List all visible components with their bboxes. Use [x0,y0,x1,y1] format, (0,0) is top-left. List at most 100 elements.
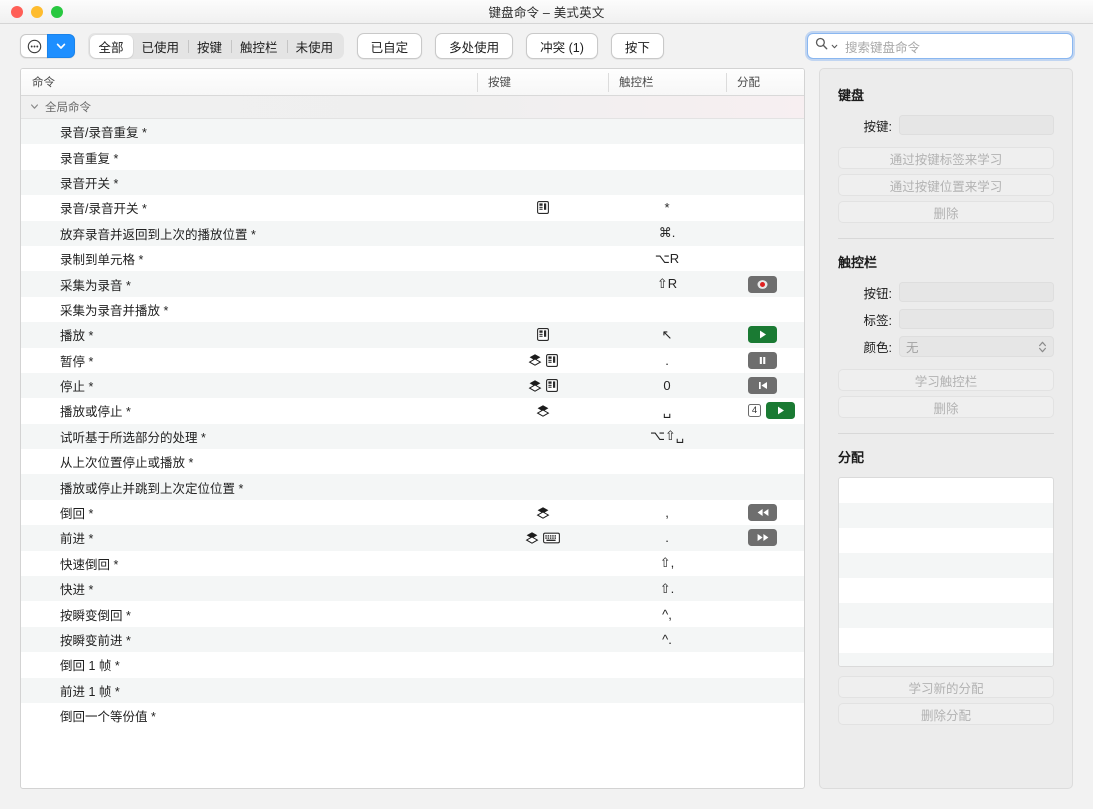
cell-command: 前进 1 帧 * [21,681,477,700]
table-row[interactable]: 录音重复 * [21,144,804,169]
touchbar-color-select[interactable]: 无 [899,336,1054,357]
segment-used[interactable]: 已使用 [133,35,189,58]
keyboard-delete-button[interactable]: 删除 [838,201,1054,223]
minimize-button[interactable] [31,6,43,18]
window-body: 命令 按键 触控栏 分配 全局命令录音/录音重复 * 录音重复 *录音开关 *录音… [0,68,1093,809]
table-row[interactable]: 快进 *⇧. [21,576,804,601]
learn-by-key-position-button[interactable]: 通过按键位置来学习 [838,174,1054,196]
cell-command: 录制到单元格 * [21,249,477,268]
cell-command: 采集为录音并播放 * [21,300,477,319]
touchbar-delete-button[interactable]: 删除 [838,396,1054,418]
column-header-command[interactable]: 命令 [21,69,477,95]
table-row[interactable]: 前进 *. [21,525,804,550]
cell-touchbar: ⌘. [608,225,726,241]
table-row[interactable]: 从上次位置停止或播放 * [21,449,804,474]
table-row[interactable]: 停止 * 0 [21,373,804,398]
table-row[interactable]: 试听基于所选部分的处理 *⌥⇧␣ [21,424,804,449]
assignment-list[interactable] [838,477,1054,667]
search-input[interactable]: 搜索键盘命令 [845,37,920,56]
segment-all[interactable]: 全部 [90,35,133,58]
conflicts-button[interactable]: 冲突 (1) [526,33,598,59]
touchbar-label-input[interactable] [899,309,1054,329]
keyboard-icon [543,532,560,544]
cell-command: 停止 * [21,376,477,395]
table-row[interactable]: 倒回一个等份值 * [21,703,804,728]
segment-keys[interactable]: 按键 [188,35,231,58]
touchbar-pause-button[interactable] [748,352,777,369]
assignment-list-item[interactable] [839,478,1053,503]
table-row[interactable]: 播放或停止并跳到上次定位位置 * [21,474,804,499]
table-row[interactable]: 快速倒回 *⇧, [21,551,804,576]
table-row[interactable]: 倒回 *, [21,500,804,525]
learn-by-key-label-button[interactable]: 通过按键标签来学习 [838,147,1054,169]
disclosure-triangle-icon[interactable] [30,102,39,113]
assignment-list-item[interactable] [839,528,1053,553]
table-row[interactable]: 按瞬变倒回 *^, [21,601,804,626]
assignment-list-item[interactable] [839,553,1053,578]
search-icon [815,37,828,55]
table-row[interactable]: 采集为录音并播放 * [21,297,804,322]
keyboard-key-input[interactable] [899,115,1054,135]
table-row[interactable]: 录音/录音开关 ** [21,195,804,220]
stepper-icon[interactable] [1038,340,1047,354]
multi-assignment-stack-icon [528,353,542,367]
learn-new-assignment-button[interactable]: 学习新的分配 [838,676,1054,698]
customized-button[interactable]: 已自定 [357,33,423,59]
cell-command: 录音/录音重复 * [21,122,477,141]
touchbar-rewind-button[interactable] [748,504,777,521]
delete-assignment-button[interactable]: 删除分配 [838,703,1054,725]
close-button[interactable] [11,6,23,18]
touchbar-forward-button[interactable] [748,529,777,546]
cell-command: 采集为录音 * [21,275,477,294]
assignment-list-item[interactable] [839,653,1053,667]
touchbar-label-label: 标签: [838,310,892,329]
table-row[interactable]: 录音开关 * [21,170,804,195]
cell-command: 倒回一个等份值 * [21,706,477,725]
search-chevron-down-icon[interactable] [831,37,838,55]
table-body: 全局命令录音/录音重复 * 录音重复 *录音开关 *录音/录音开关 **放弃录音并… [21,96,804,788]
circle-ellipsis-icon [27,39,42,54]
table-row[interactable]: 暂停 *. [21,348,804,373]
cell-command: 快速倒回 * [21,554,477,573]
touchbar-record-button[interactable] [748,276,777,293]
table-row[interactable]: 播放或停止 *␣4 [21,398,804,423]
touchbar-play-button[interactable] [748,326,777,343]
pressed-button[interactable]: 按下 [611,33,664,59]
column-header-assign[interactable]: 分配 [726,69,804,95]
cell-command: 倒回 1 帧 * [21,655,477,674]
table-row[interactable]: 前进 1 帧 * [21,678,804,703]
multiple-use-button[interactable]: 多处使用 [435,33,513,59]
column-header-touchbar[interactable]: 触控栏 [608,69,726,95]
search-field[interactable]: 搜索键盘命令 [807,33,1073,59]
segment-unused[interactable]: 未使用 [287,35,343,58]
table-row[interactable]: 播放 *↖ [21,322,804,347]
assignment-list-item[interactable] [839,503,1053,528]
options-dropdown-button[interactable] [47,34,75,58]
touchbar-button-input[interactable] [899,282,1054,302]
options-button[interactable] [20,34,48,58]
table-row[interactable]: 录制到单元格 *⌥R [21,246,804,271]
assignment-list-item[interactable] [839,578,1053,603]
maximize-button[interactable] [51,6,63,18]
cell-command: 按瞬变倒回 * [21,605,477,624]
column-header-key[interactable]: 按键 [477,69,608,95]
assignment-list-item[interactable] [839,628,1053,653]
touchbar-stop-button[interactable] [748,377,777,394]
cell-command: 播放 * [21,325,477,344]
table-row[interactable]: 倒回 1 帧 * [21,652,804,677]
learn-touchbar-button[interactable]: 学习触控栏 [838,369,1054,391]
table-row[interactable]: 录音/录音重复 * [21,119,804,144]
cell-assign [726,529,804,546]
cell-touchbar: 0 [608,378,726,393]
segment-touchbar[interactable]: 触控栏 [231,35,287,58]
table-row[interactable]: 按瞬变前进 *^. [21,627,804,652]
table-row[interactable]: 采集为录音 *⇧R [21,271,804,296]
cell-command: 播放或停止 * [21,401,477,420]
table-group-row[interactable]: 全局命令 [21,96,804,119]
assignment-count-badge: 4 [748,404,761,417]
assignment-list-item[interactable] [839,603,1053,628]
cell-command: 倒回 * [21,503,477,522]
table-row[interactable]: 放弃录音并返回到上次的播放位置 *⌘. [21,221,804,246]
touchbar-play-button[interactable] [766,402,795,419]
cell-touchbar: ⇧. [608,581,726,597]
